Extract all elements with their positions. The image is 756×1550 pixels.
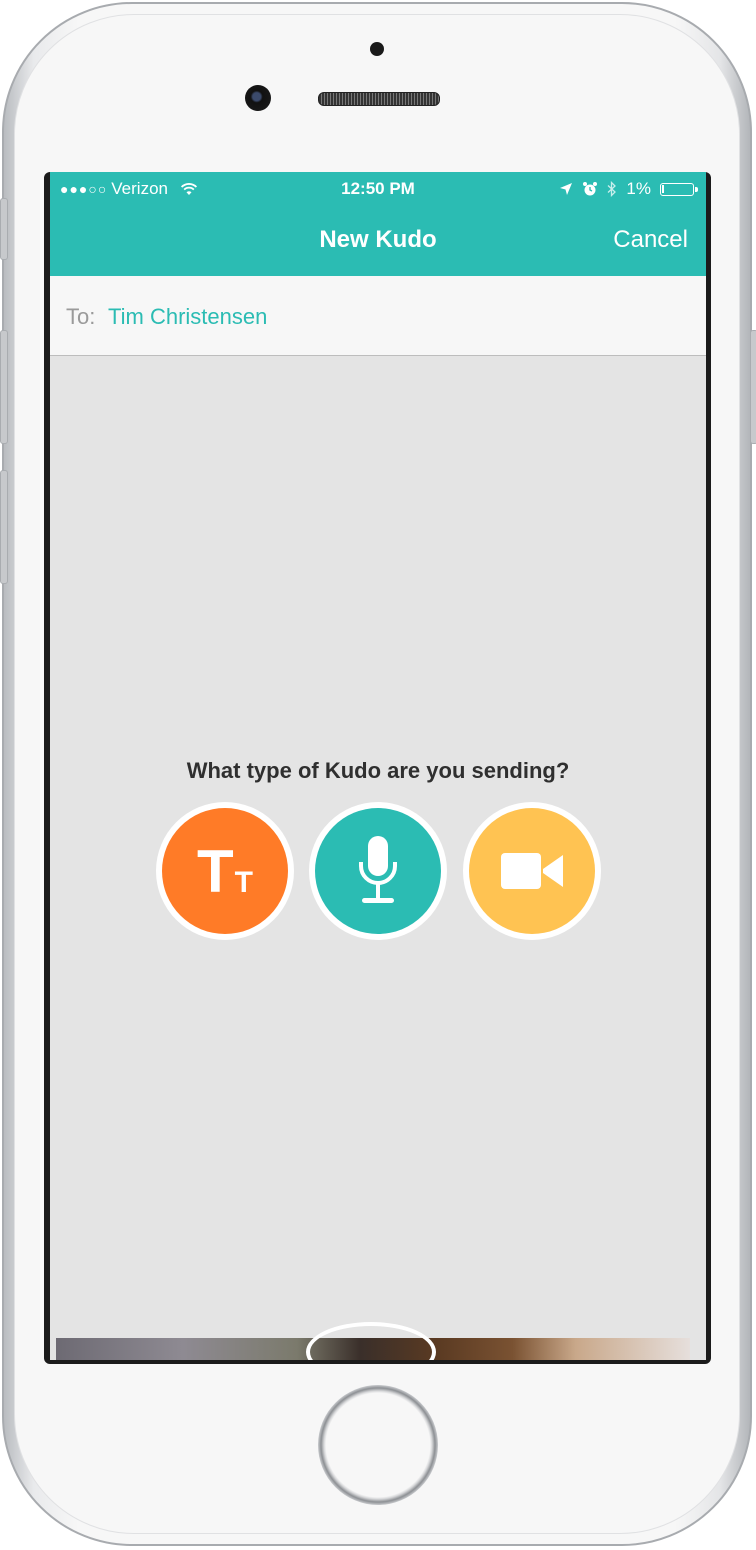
audio-kudo-circle — [315, 808, 441, 934]
status-bar: ●●●○○ Verizon 12:50 PM 1% — [50, 172, 706, 206]
kudo-type-prompt: What type of Kudo are you sending? — [186, 758, 570, 783]
volume-up-button — [0, 330, 8, 444]
recipient-name[interactable]: Tim Christensen — [108, 304, 267, 330]
text-kudo-button[interactable]: TT — [156, 802, 294, 940]
power-button — [750, 330, 756, 444]
text-kudo-circle: TT — [162, 808, 288, 934]
earpiece-speaker — [318, 92, 440, 106]
screen: ●●●○○ Verizon 12:50 PM 1% New Kudo Cance… — [44, 172, 711, 1364]
alarm-clock-icon — [583, 182, 598, 196]
battery-level-fill — [662, 184, 664, 193]
text-icon-large-t: T — [197, 837, 234, 905]
mute-switch — [0, 198, 8, 260]
video-camera-icon — [501, 853, 563, 889]
background-play-ring — [306, 1322, 436, 1360]
navigation-header: ●●●○○ Verizon 12:50 PM 1% New Kudo Cance… — [50, 172, 706, 276]
battery-percentage: 1% — [626, 179, 651, 198]
front-camera — [245, 85, 271, 111]
text-icon: TT — [197, 837, 253, 906]
cancel-button[interactable]: Cancel — [613, 226, 688, 254]
app-screen: ●●●○○ Verizon 12:50 PM 1% New Kudo Cance… — [50, 172, 706, 1360]
home-button[interactable] — [318, 1385, 438, 1505]
audio-kudo-button[interactable] — [309, 802, 447, 940]
recipient-row[interactable]: To: Tim Christensen — [50, 276, 706, 356]
text-icon-small-t: T — [234, 865, 253, 899]
volume-down-button — [0, 470, 8, 584]
location-arrow-icon — [560, 183, 573, 195]
bluetooth-icon — [607, 181, 617, 197]
battery-icon — [660, 182, 698, 196]
microphone-icon — [359, 836, 397, 903]
proximity-sensor — [370, 42, 384, 56]
video-kudo-circle — [469, 808, 595, 934]
recipient-label: To: — [66, 304, 96, 329]
page-title: New Kudo — [319, 226, 437, 253]
video-kudo-button[interactable] — [463, 802, 601, 940]
status-icons: 1% — [559, 179, 698, 199]
